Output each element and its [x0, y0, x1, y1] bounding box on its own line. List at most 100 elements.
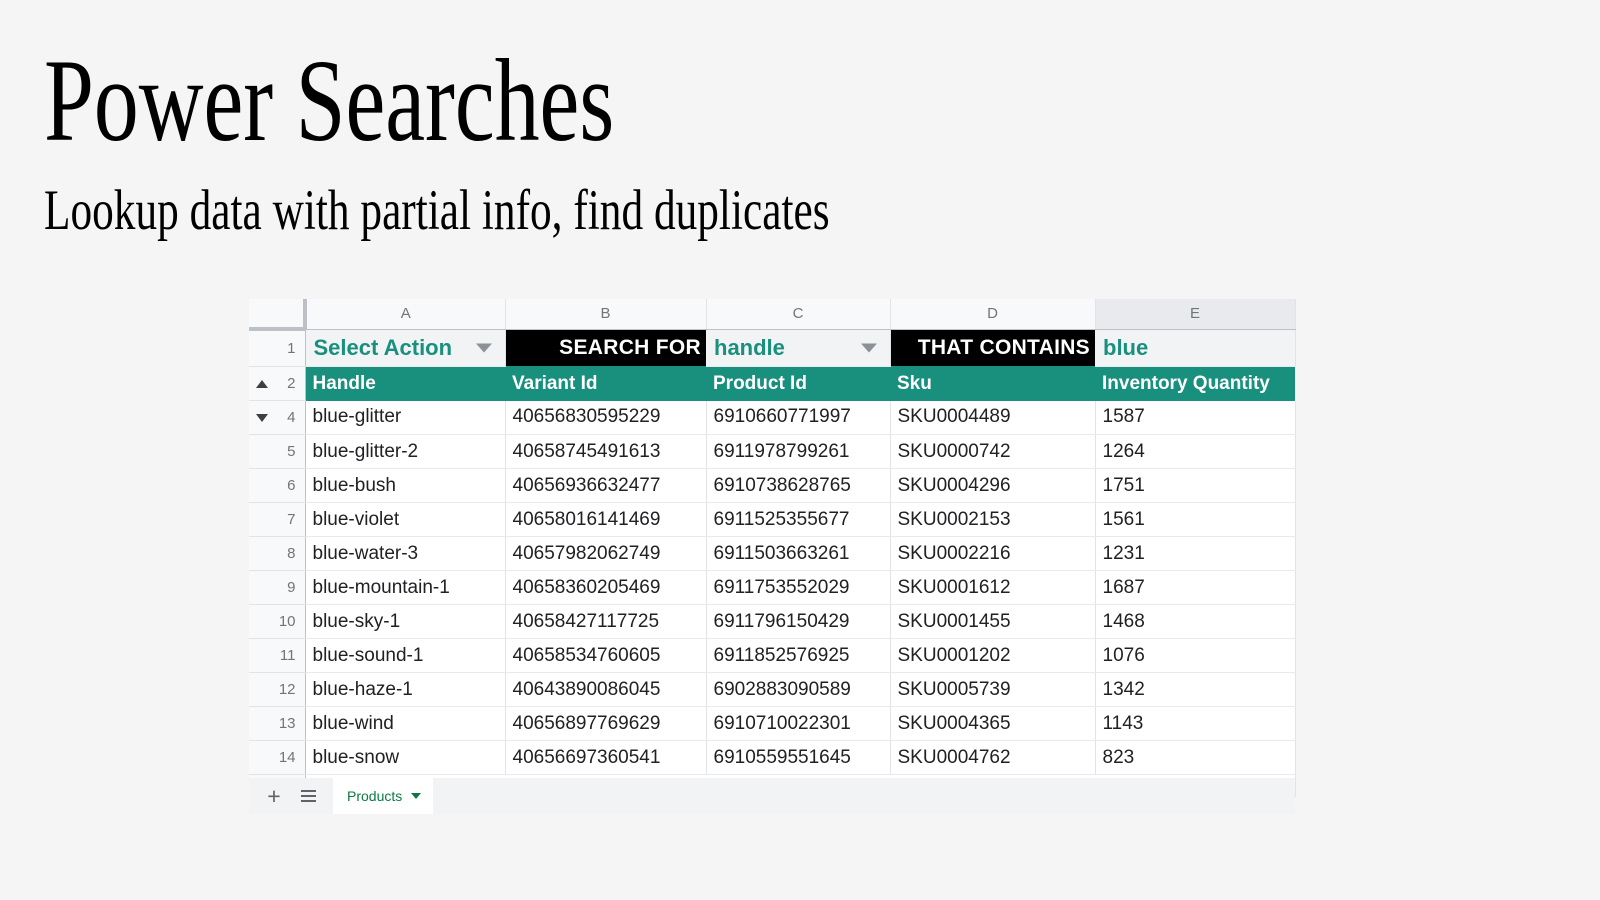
row-header-12[interactable]: 12: [249, 673, 305, 707]
cell-inventory-quantity[interactable]: 1561: [1095, 503, 1295, 537]
cell-sku[interactable]: SKU0002216: [890, 537, 1095, 571]
cell-product-id[interactable]: 6911753552029: [706, 571, 890, 605]
row-header-14[interactable]: 14: [249, 741, 305, 775]
header-cell-inventory-quantity: Inventory Quantity: [1095, 367, 1295, 401]
cell-product-id[interactable]: 6910738628765: [706, 469, 890, 503]
cell-product-id[interactable]: 6902883090589: [706, 673, 890, 707]
row-header-10[interactable]: 10: [249, 605, 305, 639]
cell-handle[interactable]: blue-sound-1: [305, 639, 505, 673]
cell-product-id[interactable]: 6910559551645: [706, 741, 890, 775]
select-all-corner[interactable]: [249, 299, 305, 329]
cell-variant-id[interactable]: 40656830595229: [505, 401, 706, 435]
column-header-c[interactable]: C: [706, 299, 890, 329]
row-header-11[interactable]: 11: [249, 639, 305, 673]
cell-handle[interactable]: blue-bush: [305, 469, 505, 503]
cell-sku[interactable]: SKU0001202: [890, 639, 1095, 673]
cell-inventory-quantity[interactable]: 1231: [1095, 537, 1295, 571]
row-header-13[interactable]: 13: [249, 707, 305, 741]
cell-product-id[interactable]: 6910660771997: [706, 401, 890, 435]
cell-handle[interactable]: blue-water-3: [305, 537, 505, 571]
cell-sku[interactable]: SKU0004296: [890, 469, 1095, 503]
cell-product-id[interactable]: 6911503663261: [706, 537, 890, 571]
cell-variant-id[interactable]: 40658745491613: [505, 435, 706, 469]
cell-sku[interactable]: SKU0002153: [890, 503, 1095, 537]
cell-variant-id[interactable]: 40657982062749: [505, 537, 706, 571]
cell-variant-id[interactable]: 40643890086045: [505, 673, 706, 707]
cell-variant-id[interactable]: 40656697360541: [505, 741, 706, 775]
table-row: 4 blue-glitter 40656830595229 6910660771…: [249, 401, 1295, 435]
select-action-dropdown[interactable]: Select Action: [305, 329, 505, 367]
table-row: 5 blue-glitter-2 40658745491613 69119787…: [249, 435, 1295, 469]
cell-variant-id[interactable]: 40658534760605: [505, 639, 706, 673]
cell-sku[interactable]: SKU0005739: [890, 673, 1095, 707]
cell-handle[interactable]: blue-violet: [305, 503, 505, 537]
cell-inventory-quantity[interactable]: 1143: [1095, 707, 1295, 741]
cell-variant-id[interactable]: 40656897769629: [505, 707, 706, 741]
row-header-9[interactable]: 9: [249, 571, 305, 605]
cell-inventory-quantity[interactable]: 1687: [1095, 571, 1295, 605]
cell-handle[interactable]: blue-haze-1: [305, 673, 505, 707]
cell-handle[interactable]: blue-glitter-2: [305, 435, 505, 469]
cell-product-id[interactable]: 6910710022301: [706, 707, 890, 741]
row-header-5[interactable]: 5: [249, 435, 305, 469]
page-title: Power Searches: [44, 42, 956, 160]
cell-variant-id[interactable]: 40658427117725: [505, 605, 706, 639]
header-cell-product-id: Product Id: [706, 367, 890, 401]
cell-variant-id[interactable]: 40658360205469: [505, 571, 706, 605]
cell-inventory-quantity[interactable]: 1587: [1095, 401, 1295, 435]
cell-product-id[interactable]: 6911796150429: [706, 605, 890, 639]
cell-sku[interactable]: SKU0004365: [890, 707, 1095, 741]
search-field-dropdown[interactable]: handle: [706, 329, 890, 367]
cell-sku[interactable]: SKU0004489: [890, 401, 1095, 435]
cell-variant-id[interactable]: 40656936632477: [505, 469, 706, 503]
search-field-value: handle: [714, 335, 785, 360]
cell-sku[interactable]: SKU0004762: [890, 741, 1095, 775]
row-header-1[interactable]: 1: [249, 329, 305, 367]
column-header-b[interactable]: B: [505, 299, 706, 329]
cell-product-id[interactable]: 6911525355677: [706, 503, 890, 537]
cell-sku[interactable]: SKU0001455: [890, 605, 1095, 639]
chevron-down-icon[interactable]: [411, 793, 421, 799]
row-header-4[interactable]: 4: [249, 401, 305, 435]
collapse-group-up-icon[interactable]: [256, 380, 268, 388]
column-header-a[interactable]: A: [305, 299, 505, 329]
chevron-down-icon: [476, 343, 492, 352]
cell-handle[interactable]: blue-mountain-1: [305, 571, 505, 605]
cell-handle[interactable]: blue-sky-1: [305, 605, 505, 639]
row-header-8[interactable]: 8: [249, 537, 305, 571]
cell-inventory-quantity[interactable]: 1264: [1095, 435, 1295, 469]
header-cell-handle: Handle: [305, 367, 505, 401]
contains-value-cell[interactable]: blue: [1095, 329, 1295, 367]
cell-handle[interactable]: blue-wind: [305, 707, 505, 741]
column-header-d[interactable]: D: [890, 299, 1095, 329]
cell-sku[interactable]: SKU0001612: [890, 571, 1095, 605]
cell-inventory-quantity[interactable]: 1076: [1095, 639, 1295, 673]
cell-sku[interactable]: SKU0000742: [890, 435, 1095, 469]
cell-inventory-quantity[interactable]: 1468: [1095, 605, 1295, 639]
table-row: 9 blue-mountain-1 40658360205469 6911753…: [249, 571, 1295, 605]
table-row: 7 blue-violet 40658016141469 69115253556…: [249, 503, 1295, 537]
cell-variant-id[interactable]: 40658016141469: [505, 503, 706, 537]
cell-product-id[interactable]: 6911978799261: [706, 435, 890, 469]
table-row: 11 blue-sound-1 40658534760605 691185257…: [249, 639, 1295, 673]
spreadsheet: A B C D E 1 Select Action SEARCH FOR han…: [249, 299, 1295, 797]
cell-handle[interactable]: blue-snow: [305, 741, 505, 775]
cell-product-id[interactable]: 6911852576925: [706, 639, 890, 673]
column-header-row: A B C D E: [249, 299, 1295, 329]
cell-inventory-quantity[interactable]: 1342: [1095, 673, 1295, 707]
all-sheets-icon[interactable]: [291, 778, 325, 814]
spreadsheet-grid: A B C D E 1 Select Action SEARCH FOR han…: [249, 299, 1296, 775]
table-row: 10 blue-sky-1 40658427117725 69117961504…: [249, 605, 1295, 639]
add-sheet-button[interactable]: +: [249, 778, 291, 814]
cell-inventory-quantity[interactable]: 1751: [1095, 469, 1295, 503]
expand-group-down-icon[interactable]: [256, 414, 268, 422]
cell-inventory-quantity[interactable]: 823: [1095, 741, 1295, 775]
sheet-tab-products[interactable]: Products: [333, 778, 433, 814]
column-header-e[interactable]: E: [1095, 299, 1295, 329]
row-header-6[interactable]: 6: [249, 469, 305, 503]
row-header-7[interactable]: 7: [249, 503, 305, 537]
chevron-down-icon: [861, 343, 877, 352]
cell-handle[interactable]: blue-glitter: [305, 401, 505, 435]
table-row: 13 blue-wind 40656897769629 691071002230…: [249, 707, 1295, 741]
row-header-2[interactable]: 2: [249, 367, 305, 401]
